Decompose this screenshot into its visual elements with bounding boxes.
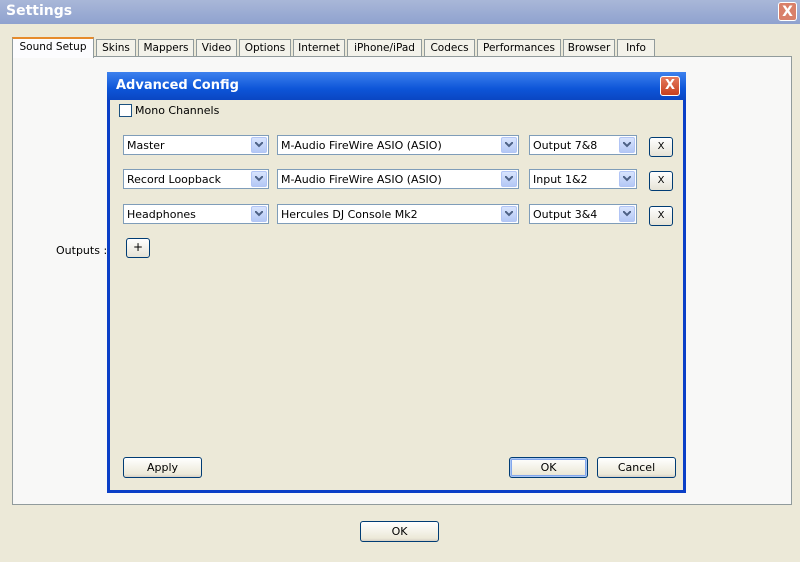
chevron-down-icon[interactable] xyxy=(619,171,635,187)
channel-value: Output 3&4 xyxy=(533,208,598,221)
tab-options[interactable]: Options xyxy=(239,39,291,56)
device-value: M-Audio FireWire ASIO (ASIO) xyxy=(281,139,442,152)
chevron-down-icon[interactable] xyxy=(251,137,267,153)
channel-value: Input 1&2 xyxy=(533,173,588,186)
tab-mappers[interactable]: Mappers xyxy=(138,39,194,56)
chevron-down-icon[interactable] xyxy=(619,206,635,222)
apply-button[interactable]: Apply xyxy=(123,457,202,478)
output-name-value: Headphones xyxy=(127,208,196,221)
output-name-value: Record Loopback xyxy=(127,173,222,186)
output-name-select[interactable]: Master xyxy=(123,135,269,155)
tab-video[interactable]: Video xyxy=(196,39,237,56)
tab-codecs[interactable]: Codecs xyxy=(424,39,475,56)
channel-select[interactable]: Output 3&4 xyxy=(529,204,637,224)
add-output-button[interactable]: + xyxy=(126,238,150,258)
tab-info[interactable]: Info xyxy=(617,39,655,56)
advanced-config-dialog: Advanced Config X Mono Channels Master M… xyxy=(107,72,686,493)
device-value: M-Audio FireWire ASIO (ASIO) xyxy=(281,173,442,186)
chevron-down-icon[interactable] xyxy=(501,206,517,222)
chevron-down-icon[interactable] xyxy=(251,171,267,187)
tab-iphone-ipad[interactable]: iPhone/iPad xyxy=(347,39,422,56)
tab-sound-setup[interactable]: Sound Setup xyxy=(12,37,94,58)
close-icon: X xyxy=(664,78,676,93)
mono-channels-label: Mono Channels xyxy=(135,104,220,117)
cancel-button[interactable]: Cancel xyxy=(597,457,676,478)
tab-performances[interactable]: Performances xyxy=(477,39,561,56)
tab-browser[interactable]: Browser xyxy=(563,39,615,56)
channel-select[interactable]: Output 7&8 xyxy=(529,135,637,155)
dialog-ok-button[interactable]: OK xyxy=(509,457,588,478)
device-select[interactable]: M-Audio FireWire ASIO (ASIO) xyxy=(277,135,519,155)
output-name-select[interactable]: Headphones xyxy=(123,204,269,224)
output-name-select[interactable]: Record Loopback xyxy=(123,169,269,189)
checkbox-box[interactable] xyxy=(119,104,132,117)
chevron-down-icon[interactable] xyxy=(251,206,267,222)
output-name-value: Master xyxy=(127,139,165,152)
window-title-bar: Settings X xyxy=(0,0,800,24)
ok-button[interactable]: OK xyxy=(360,521,439,542)
remove-output-button[interactable]: X xyxy=(649,171,673,191)
outputs-label: Outputs : xyxy=(56,244,108,257)
channel-select[interactable]: Input 1&2 xyxy=(529,169,637,189)
dialog-title-bar: Advanced Config X xyxy=(107,72,686,100)
remove-output-button[interactable]: X xyxy=(649,137,673,157)
tab-skins[interactable]: Skins xyxy=(96,39,136,56)
chevron-down-icon[interactable] xyxy=(619,137,635,153)
window-title: Settings xyxy=(6,3,73,19)
device-value: Hercules DJ Console Mk2 xyxy=(281,208,418,221)
dialog-title: Advanced Config xyxy=(116,78,239,93)
remove-output-button[interactable]: X xyxy=(649,206,673,226)
window-close-button[interactable]: X xyxy=(778,2,797,21)
chevron-down-icon[interactable] xyxy=(501,137,517,153)
chevron-down-icon[interactable] xyxy=(501,171,517,187)
dialog-close-button[interactable]: X xyxy=(660,76,680,96)
channel-value: Output 7&8 xyxy=(533,139,598,152)
tab-internet[interactable]: Internet xyxy=(293,39,345,56)
device-select[interactable]: Hercules DJ Console Mk2 xyxy=(277,204,519,224)
close-icon: X xyxy=(782,4,793,20)
device-select[interactable]: M-Audio FireWire ASIO (ASIO) xyxy=(277,169,519,189)
mono-channels-checkbox[interactable]: Mono Channels xyxy=(119,104,219,117)
